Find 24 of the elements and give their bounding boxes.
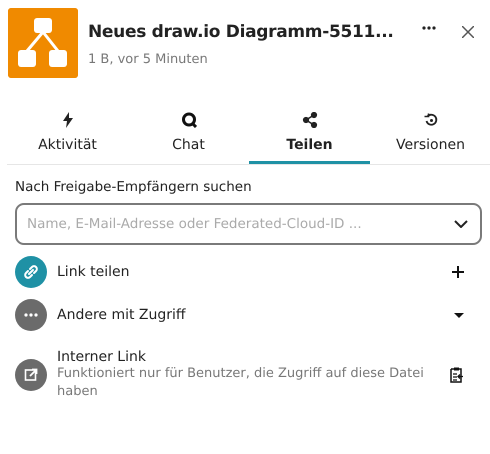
chevron-down-icon xyxy=(454,220,468,228)
tab[interactable]: Aktivität xyxy=(7,108,128,164)
recipient-search-field[interactable]: Name, E-Mail-Adresse oder Federated-Cloud-ID ... xyxy=(15,203,482,245)
more-icon xyxy=(15,299,47,331)
caret-icon xyxy=(454,312,464,318)
tab[interactable]: Teilen xyxy=(249,108,370,164)
entry-description: Funktioniert nur für Benutzer, die Zugriff auf diese Datei haben xyxy=(57,365,425,401)
file-meta: 1 B, vor 5 Minuten xyxy=(88,52,209,67)
more-button[interactable] xyxy=(420,24,438,32)
external-link-icon xyxy=(15,359,47,391)
entry-title: Link teilen xyxy=(57,264,130,280)
diagram-file-icon xyxy=(8,8,78,78)
link-icon xyxy=(15,256,47,288)
lightning-icon xyxy=(62,112,72,128)
share-icon xyxy=(302,112,318,128)
close-button[interactable] xyxy=(460,24,476,40)
chat-icon xyxy=(180,112,196,128)
entry-title: Interner Link xyxy=(57,349,147,365)
file-title: Neues draw.io Diagramm-5511... xyxy=(88,22,395,42)
entry-title: Andere mit Zugriff xyxy=(57,307,187,323)
tab[interactable]: Chat xyxy=(128,108,249,164)
history-icon xyxy=(422,112,438,128)
tab[interactable]: Versionen xyxy=(370,108,490,164)
search-label: Nach Freigabe-Empfängern suchen xyxy=(15,179,253,195)
